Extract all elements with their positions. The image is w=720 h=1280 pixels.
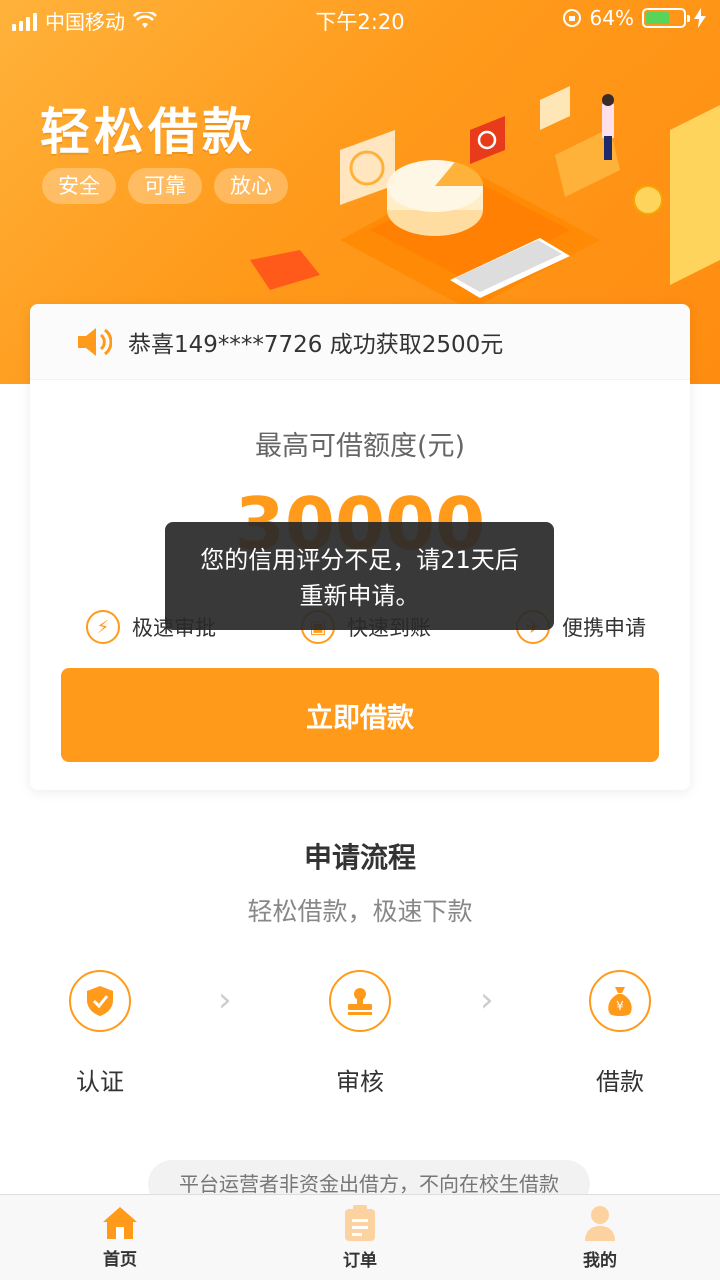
- chevron-right-icon: ›: [480, 980, 494, 1020]
- process-subtitle: 轻松借款，极速下款: [247, 897, 473, 926]
- status-bar: 中国移动 下午2:20 64%: [0, 0, 720, 40]
- process-step: ¥ 借款: [560, 970, 680, 1097]
- stamp-icon: [329, 970, 391, 1032]
- notice-bar: 恭喜149****7726 成功获取2500元: [30, 304, 690, 380]
- process-title: 申请流程: [303, 841, 416, 874]
- tab-label: 我的: [583, 1251, 617, 1271]
- feature-label: 便携申请: [562, 616, 646, 640]
- isometric-illustration: [250, 86, 720, 310]
- process-step: 审核: [300, 970, 420, 1097]
- lightning-icon: ⚡: [86, 610, 120, 644]
- step-label: 借款: [596, 1068, 644, 1096]
- limit-label: 最高可借额度(元): [254, 431, 466, 462]
- user-icon: [585, 1206, 615, 1241]
- step-label: 认证: [76, 1068, 124, 1096]
- charging-icon: [694, 8, 706, 28]
- toast-line: 您的信用评分不足，请21天后: [200, 546, 519, 574]
- speaker-icon: [78, 327, 112, 356]
- chevron-right-icon: ›: [218, 980, 232, 1020]
- borrow-now-button[interactable]: 立即借款: [61, 668, 659, 762]
- tab-home[interactable]: 首页: [60, 1205, 180, 1270]
- order-icon: [345, 1205, 375, 1241]
- step-label: 审核: [336, 1068, 384, 1096]
- tab-profile[interactable]: 我的: [540, 1204, 660, 1271]
- shield-check-icon: [69, 970, 131, 1032]
- tab-label: 订单: [343, 1251, 377, 1271]
- svg-text:¥: ¥: [616, 999, 624, 1013]
- process-step: 认证: [40, 970, 160, 1097]
- money-bag-icon: ¥: [589, 970, 651, 1032]
- battery-icon: [642, 8, 690, 28]
- home-icon: [103, 1207, 137, 1239]
- banner-tag: 安全: [42, 168, 116, 204]
- notice-text: 恭喜149****7726 成功获取2500元: [128, 331, 504, 358]
- toast-message: 您的信用评分不足，请21天后 重新申请。: [165, 522, 554, 630]
- banner-title: 轻松借款: [40, 103, 256, 161]
- tab-label: 首页: [103, 1250, 137, 1270]
- toast-line: 重新申请。: [299, 582, 420, 610]
- banner-tag: 可靠: [128, 168, 202, 204]
- battery-percent: 64%: [589, 6, 634, 30]
- tab-bar: 首页 订单 我的: [0, 1194, 720, 1280]
- rotation-lock-icon: [562, 9, 581, 27]
- tab-orders[interactable]: 订单: [300, 1204, 420, 1271]
